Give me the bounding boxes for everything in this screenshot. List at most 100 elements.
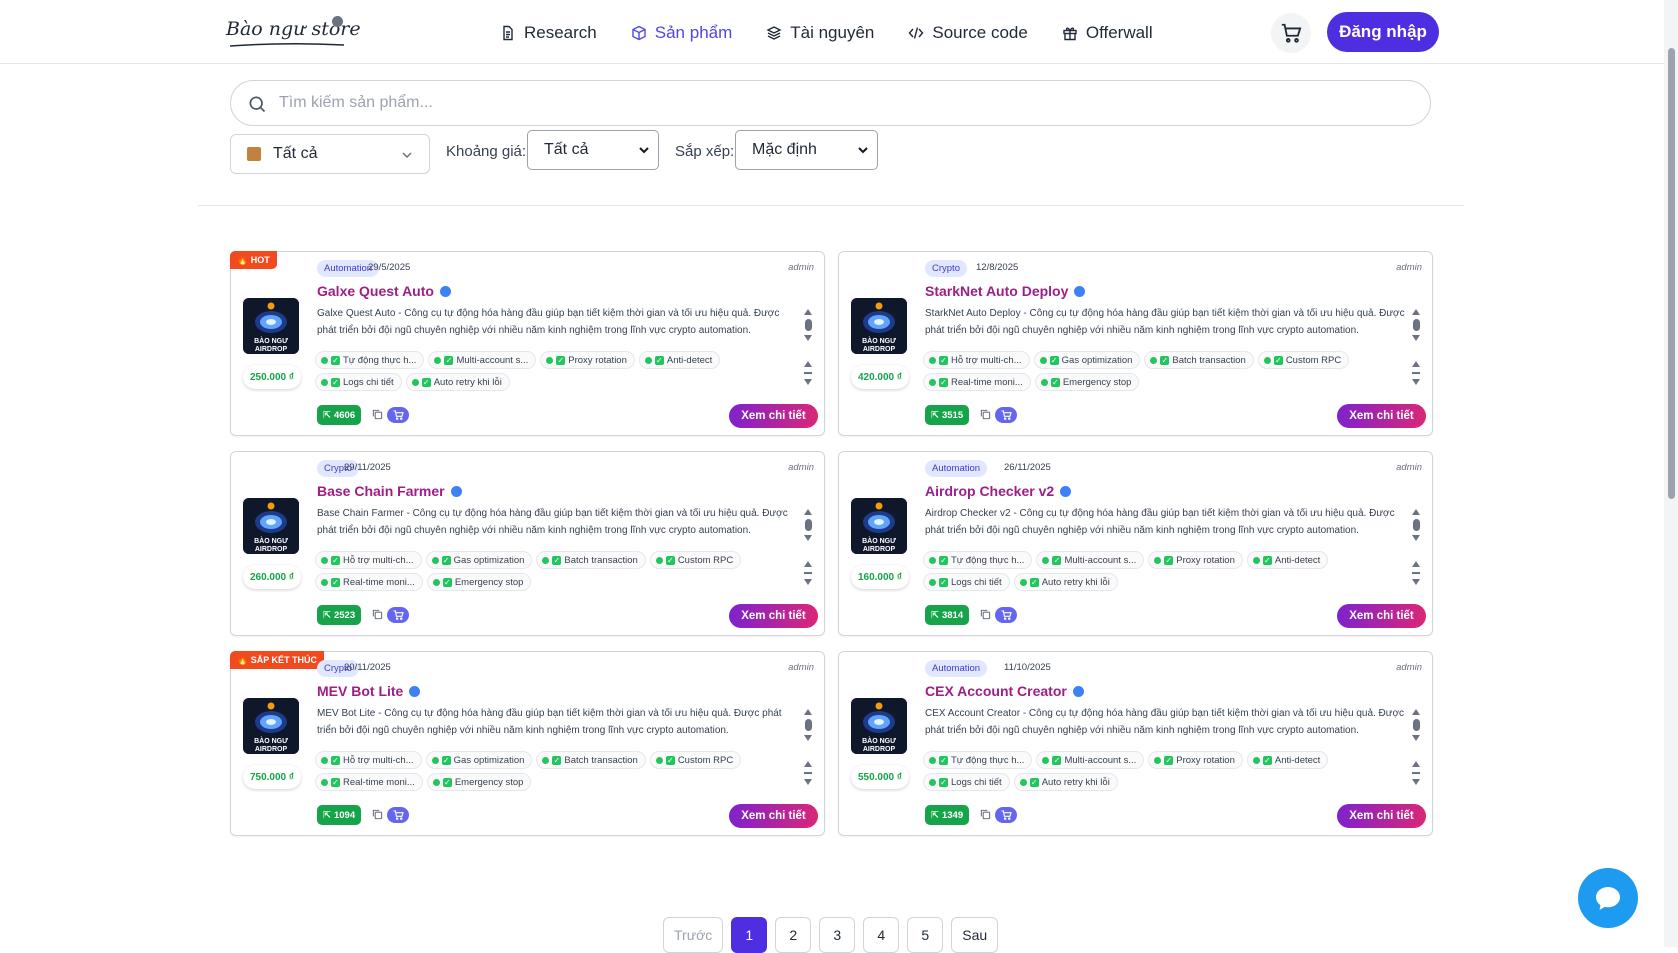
copy-icon[interactable]	[980, 409, 991, 420]
search-input[interactable]	[279, 89, 1399, 117]
add-to-cart-button[interactable]	[995, 807, 1017, 823]
product-card[interactable]: BÀO NGƯ AIRDROP 🔥 HOT 250.000 ₫ Automation 2…	[230, 251, 825, 436]
page-button-4[interactable]: 4	[863, 917, 900, 953]
category-tag[interactable]: Automation	[925, 460, 988, 477]
cart-button[interactable]	[1271, 13, 1311, 53]
view-detail-button[interactable]: Xem chi tiết	[1337, 804, 1426, 828]
product-title[interactable]: MEV Bot Lite	[317, 683, 421, 699]
scroll-up-icon[interactable]	[1412, 361, 1420, 367]
product-card[interactable]: BÀO NGƯ AIRDROP 550.000 ₫ Automation 11/10/…	[838, 651, 1433, 836]
view-detail-button[interactable]: Xem chi tiết	[729, 604, 818, 628]
description-scrollbar[interactable]	[1412, 709, 1420, 741]
add-to-cart-button[interactable]	[995, 407, 1017, 423]
scroll-thumb[interactable]	[804, 319, 812, 331]
scroll-down-icon[interactable]	[1412, 735, 1420, 741]
prev-page-button[interactable]: Trước	[663, 917, 724, 953]
scroll-down-icon[interactable]	[804, 779, 812, 785]
feature-scrollbar[interactable]	[1412, 361, 1420, 385]
scroll-thumb[interactable]	[804, 572, 812, 574]
product-title[interactable]: CEX Account Creator	[925, 683, 1084, 699]
category-tag[interactable]: Crypto	[925, 260, 967, 277]
scroll-down-icon[interactable]	[804, 735, 812, 741]
description-scrollbar[interactable]	[1412, 309, 1420, 341]
view-detail-button[interactable]: Xem chi tiết	[1337, 604, 1426, 628]
page-button-5[interactable]: 5	[907, 917, 944, 953]
page-button-1[interactable]: 1	[731, 917, 768, 953]
page-button-2[interactable]: 2	[775, 917, 812, 953]
login-button[interactable]: Đăng nhập	[1327, 12, 1439, 52]
scroll-down-icon[interactable]	[1412, 779, 1420, 785]
scroll-thumb[interactable]	[1412, 319, 1420, 331]
scroll-thumb[interactable]	[1412, 772, 1420, 774]
brand-logo[interactable]: Bào ngư store	[226, 14, 361, 50]
product-card[interactable]: BÀO NGƯ AIRDROP 260.000 ₫ Crypto 29/11/2025…	[230, 451, 825, 636]
sort-select[interactable]: Mặc định	[735, 130, 878, 170]
scroll-down-icon[interactable]	[804, 579, 812, 585]
scroll-thumb[interactable]	[1412, 519, 1420, 531]
scroll-thumb[interactable]	[1412, 572, 1420, 574]
add-to-cart-button[interactable]	[387, 807, 409, 823]
add-to-cart-button[interactable]	[995, 607, 1017, 623]
feature-scrollbar[interactable]	[1412, 561, 1420, 585]
scroll-down-icon[interactable]	[804, 379, 812, 385]
scroll-up-icon[interactable]	[804, 709, 812, 715]
page-button-3[interactable]: 3	[819, 917, 856, 953]
product-title[interactable]: Airdrop Checker v2	[925, 483, 1072, 499]
category-tag[interactable]: Automation	[925, 660, 988, 677]
scroll-up-icon[interactable]	[1412, 761, 1420, 767]
nav-item-offerwall[interactable]: Offerwall	[1062, 23, 1153, 43]
product-card[interactable]: BÀO NGƯ AIRDROP 420.000 ₫ Crypto 12/8/2025 a…	[838, 251, 1433, 436]
search-bar[interactable]	[230, 80, 1431, 126]
scroll-up-icon[interactable]	[1412, 309, 1420, 315]
scroll-up-icon[interactable]	[804, 361, 812, 367]
scroll-up-icon[interactable]	[804, 309, 812, 315]
scroll-down-icon[interactable]	[804, 335, 812, 341]
scroll-thumb[interactable]	[804, 372, 812, 374]
scroll-thumb[interactable]	[804, 519, 812, 531]
description-scrollbar[interactable]	[1412, 509, 1420, 541]
copy-icon[interactable]	[980, 809, 991, 820]
product-card[interactable]: BÀO NGƯ AIRDROP 160.000 ₫ Automation 26/11/…	[838, 451, 1433, 636]
scroll-up-icon[interactable]	[1412, 509, 1420, 515]
view-detail-button[interactable]: Xem chi tiết	[1337, 404, 1426, 428]
add-to-cart-button[interactable]	[387, 607, 409, 623]
scroll-thumb[interactable]	[804, 772, 812, 774]
view-detail-button[interactable]: Xem chi tiết	[729, 804, 818, 828]
category-select[interactable]: Tất cả	[230, 134, 430, 174]
product-title[interactable]: Galxe Quest Auto	[317, 283, 451, 299]
feature-scrollbar[interactable]	[804, 761, 812, 785]
scroll-thumb[interactable]	[1412, 372, 1420, 374]
scroll-down-icon[interactable]	[1412, 335, 1420, 341]
scroll-down-icon[interactable]	[1412, 535, 1420, 541]
scroll-down-icon[interactable]	[1412, 579, 1420, 585]
feature-scrollbar[interactable]	[804, 561, 812, 585]
scroll-up-icon[interactable]	[804, 561, 812, 567]
description-scrollbar[interactable]	[804, 509, 812, 541]
copy-icon[interactable]	[372, 609, 383, 620]
scroll-down-icon[interactable]	[1412, 379, 1420, 385]
scroll-up-icon[interactable]	[1412, 561, 1420, 567]
next-page-button[interactable]: Sau	[951, 917, 999, 953]
product-card[interactable]: BÀO NGƯ AIRDROP 🔥 SẮP KẾT THÚC 750.000 ₫ Cr…	[230, 651, 825, 836]
page-scrollbar[interactable]	[1664, 0, 1678, 947]
scroll-up-icon[interactable]	[804, 761, 812, 767]
description-scrollbar[interactable]	[804, 709, 812, 741]
scroll-down-icon[interactable]	[804, 535, 812, 541]
copy-icon[interactable]	[372, 409, 383, 420]
scrollbar-thumb[interactable]	[1668, 48, 1675, 499]
scroll-up-icon[interactable]	[804, 509, 812, 515]
nav-item-source-code[interactable]: Source code	[908, 23, 1028, 43]
feature-scrollbar[interactable]	[804, 361, 812, 385]
copy-icon[interactable]	[372, 809, 383, 820]
scroll-up-icon[interactable]	[1412, 709, 1420, 715]
product-title[interactable]: StarkNet Auto Deploy	[925, 283, 1086, 299]
add-to-cart-button[interactable]	[387, 407, 409, 423]
scroll-thumb[interactable]	[804, 719, 812, 731]
product-title[interactable]: Base Chain Farmer	[317, 483, 462, 499]
chat-button[interactable]	[1578, 868, 1638, 928]
nav-item-research[interactable]: Research	[500, 23, 597, 43]
view-detail-button[interactable]: Xem chi tiết	[729, 404, 818, 428]
description-scrollbar[interactable]	[804, 309, 812, 341]
copy-icon[interactable]	[980, 609, 991, 620]
price-range-select[interactable]: Tất cả	[527, 130, 659, 170]
